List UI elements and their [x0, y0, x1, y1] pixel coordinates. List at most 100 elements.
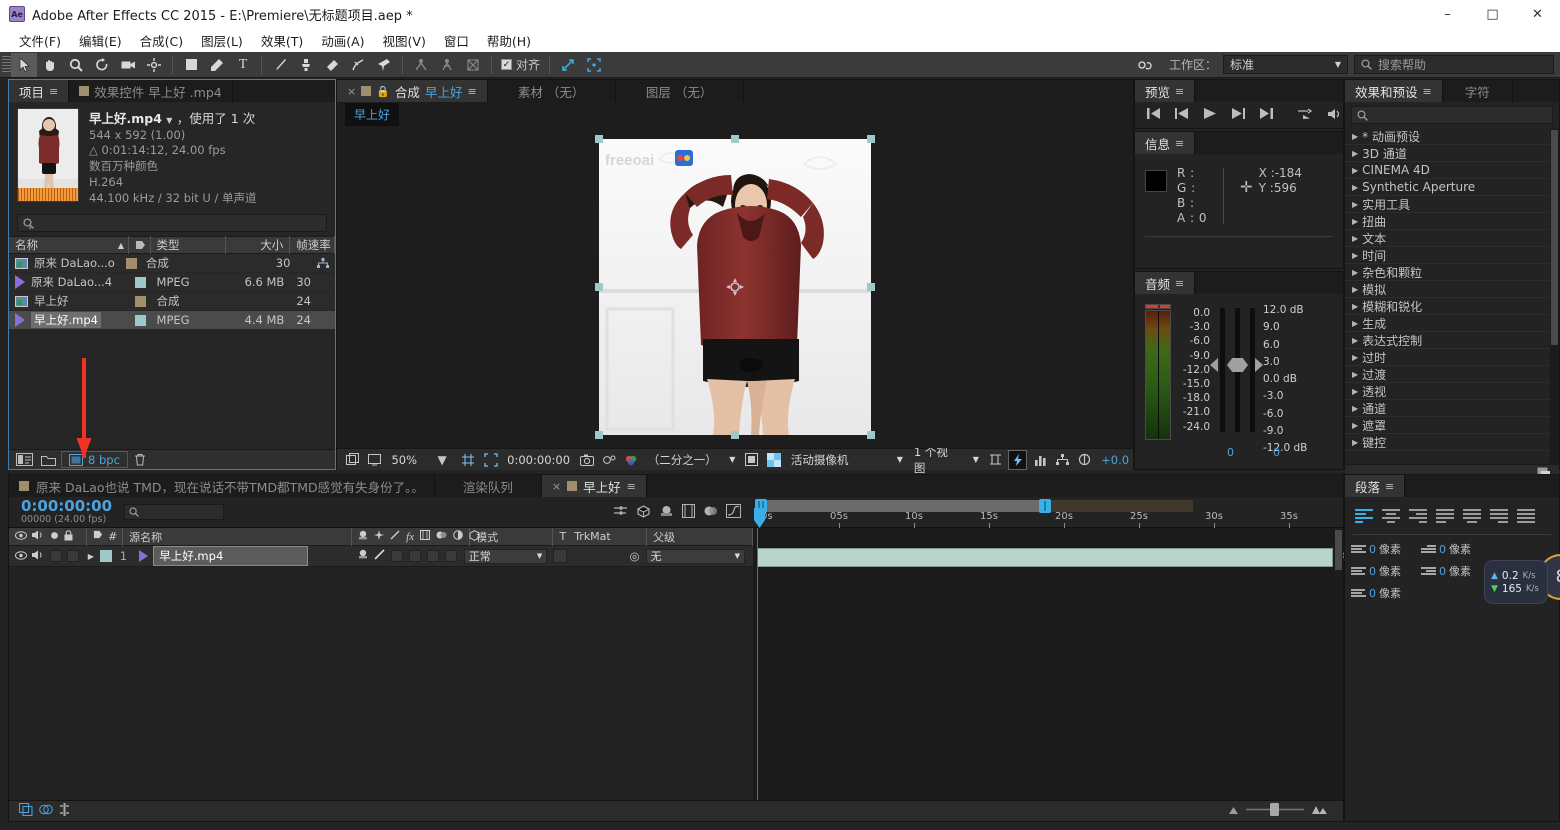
clone-stamp-tool-icon[interactable] [293, 53, 319, 77]
triangle-right-icon[interactable]: ▶ [1352, 166, 1358, 175]
panel-menu-icon[interactable]: ≡ [1175, 137, 1184, 150]
work-area-end-handle[interactable] [1039, 499, 1051, 513]
composition-viewer[interactable]: freeoai [337, 126, 1133, 448]
current-timecode[interactable]: 0:00:00:00 [503, 453, 574, 467]
toggle-transfer-controls-icon[interactable] [39, 803, 53, 819]
tab-character[interactable]: 字符 [1442, 80, 1513, 102]
trkmat-header[interactable]: T TrkMat [553, 527, 648, 546]
close-icon[interactable]: × [552, 480, 561, 493]
camera-tool-icon[interactable] [115, 53, 141, 77]
list-item[interactable]: ▶ 扭曲 [1345, 213, 1559, 230]
triangle-right-icon[interactable]: ▶ [1352, 302, 1358, 311]
layer-parent-dropdown[interactable]: 无 ▼ [645, 548, 745, 564]
toggle-inout-panel-icon[interactable] [59, 803, 70, 819]
panel-menu-icon[interactable]: ≡ [1175, 85, 1184, 98]
indent-left-field[interactable]: 0 像素 [1351, 541, 1421, 557]
table-row[interactable]: ▶ 1 早上好.mp4 正常 ▼ ◎ 无 ▼ [9, 546, 753, 567]
timeline-vertical-scrollbar[interactable] [1334, 528, 1343, 810]
channel-rgb-icon[interactable] [621, 450, 640, 470]
network-speed-widget[interactable]: ▲ 0.2 K/s ▼ 165 K/s [1484, 560, 1548, 604]
zoom-out-icon[interactable] [1228, 804, 1239, 818]
resolution-dropdown[interactable]: （二分之一） ▼ [644, 452, 740, 468]
region-of-interest-icon[interactable] [481, 450, 500, 470]
grid-guides-icon[interactable] [459, 450, 478, 470]
toggle-switches-modes-icon[interactable] [19, 803, 33, 819]
menu-view[interactable]: 视图(V) [374, 28, 435, 53]
rotate-tool-icon[interactable] [89, 53, 115, 77]
triangle-right-icon[interactable]: ▶ [1352, 387, 1358, 396]
list-item[interactable]: ▶ * 动画预设 [1345, 128, 1559, 145]
draft-3d-icon[interactable] [636, 504, 651, 521]
audio-slider-right[interactable] [1250, 308, 1263, 432]
timeline-zoom-slider[interactable] [1246, 803, 1304, 819]
interpret-footage-icon[interactable] [13, 451, 36, 468]
camera-dropdown[interactable]: 活动摄像机 ▼ [787, 452, 907, 468]
justify-last-center-button[interactable] [1461, 507, 1483, 525]
region-interest-toggle-icon[interactable] [742, 450, 761, 470]
layer-solo-toggle[interactable] [50, 550, 62, 562]
audio-icon[interactable] [1327, 108, 1342, 123]
label-swatch-icon[interactable] [99, 550, 112, 562]
source-name-header[interactable]: 源名称 [123, 527, 353, 546]
anchor-point-icon[interactable] [726, 278, 744, 296]
align-center-button[interactable] [1380, 507, 1402, 525]
audio-slider-left[interactable] [1210, 308, 1225, 432]
list-item[interactable]: ▶ 时间 [1345, 247, 1559, 264]
list-item[interactable]: ▶ 杂色和颗粒 [1345, 264, 1559, 281]
breadcrumb-comp-name[interactable]: 早上好 [345, 102, 400, 126]
list-item[interactable]: ▶ Synthetic Aperture [1345, 179, 1559, 196]
selection-handle[interactable] [867, 431, 875, 439]
list-item[interactable]: ▶ 文本 [1345, 230, 1559, 247]
triangle-right-icon[interactable]: ▶ [1352, 132, 1358, 141]
selection-handle[interactable] [731, 431, 739, 439]
graph-editor-icon[interactable] [726, 503, 741, 521]
triangle-right-icon[interactable]: ▶ [1352, 200, 1358, 209]
triangle-right-icon[interactable]: ▶ [1352, 438, 1358, 447]
minimize-button[interactable]: – [1425, 0, 1470, 28]
list-item[interactable]: ▶ 表达式控制 [1345, 332, 1559, 349]
main-view-icon[interactable] [365, 450, 384, 470]
space-after-field[interactable]: 0 像素 [1351, 585, 1421, 601]
layer-quality-toggle[interactable] [374, 549, 385, 563]
menu-layer[interactable]: 图层(L) [192, 28, 252, 53]
tab-effect-controls[interactable]: 效果控件 早上好 .mp4 [69, 80, 233, 102]
audio-clip-indicator[interactable] [1145, 304, 1171, 309]
transparency-grid-icon[interactable] [765, 450, 784, 470]
menu-edit[interactable]: 编辑(E) [70, 28, 131, 53]
tab-comp-dalao[interactable]: 原来 DaLao也说 TMD，现在说话不带TMD都TMD感觉有失身份了。。 [9, 475, 435, 497]
list-item[interactable]: ▶ 遮罩 [1345, 417, 1559, 434]
col-size[interactable]: 大小 [226, 236, 291, 254]
tab-audio[interactable]: 音频 ≡ [1135, 272, 1196, 294]
indent-first-line-field[interactable]: 0 像素 [1421, 541, 1491, 557]
chevron-down-icon[interactable]: ▼ [432, 450, 451, 470]
tab-composition[interactable]: × 🔒 合成 早上好 ≡ [337, 80, 488, 102]
justify-last-right-button[interactable] [1488, 507, 1510, 525]
list-item[interactable]: ▶ 键控 [1345, 434, 1559, 451]
last-frame-icon[interactable] [1259, 108, 1273, 122]
close-button[interactable]: ✕ [1515, 0, 1560, 28]
justify-all-button[interactable] [1515, 507, 1537, 525]
audio-slider-master[interactable] [1227, 308, 1248, 432]
views-dropdown[interactable]: 1 个视图 ▼ [910, 444, 983, 476]
project-search-input[interactable] [17, 214, 327, 232]
lock-icon[interactable]: 🔒 [376, 85, 390, 98]
snapshot-icon[interactable] [577, 450, 596, 470]
timeline-search-input[interactable] [124, 504, 225, 520]
panel-menu-icon[interactable]: ≡ [627, 480, 636, 493]
pixel-aspect-correction-icon[interactable] [986, 450, 1005, 470]
panel-menu-icon[interactable]: ≡ [1423, 85, 1432, 98]
new-folder-icon[interactable] [38, 451, 59, 468]
space-after-value[interactable]: 0 [1369, 587, 1376, 600]
hand-tool-icon[interactable] [37, 53, 63, 77]
timeline-track-rows[interactable]: ◎ [753, 528, 1345, 822]
timeline-ruler[interactable]: 0s 05s 10s 15s 20s 25s 30s 35s [753, 497, 1343, 528]
tab-effects-presets[interactable]: 效果和预设 ≡ [1345, 80, 1443, 102]
always-preview-icon[interactable] [343, 450, 362, 470]
workspace-dropdown[interactable]: 标准 ▼ [1223, 55, 1348, 74]
space-before-value[interactable]: 0 [1369, 565, 1376, 578]
close-icon[interactable]: × [347, 85, 356, 98]
effects-search-input[interactable] [1351, 106, 1553, 124]
effects-category-list[interactable]: ▶ * 动画预设 ▶ 3D 通道 ▶ CINEMA 4D ▶ Synthetic Ape… [1345, 128, 1559, 464]
loop-icon[interactable] [1297, 108, 1313, 122]
triangle-right-icon[interactable]: ▶ [1352, 370, 1358, 379]
